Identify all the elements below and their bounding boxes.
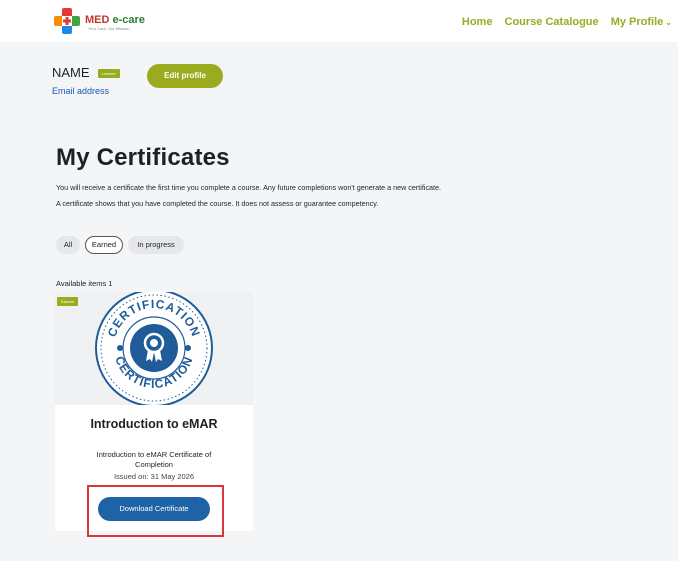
- profile-email: Email address: [52, 86, 110, 96]
- available-items-count: Available items 1: [56, 279, 113, 288]
- nav-home-link[interactable]: Home: [462, 16, 493, 28]
- site-logo[interactable]: MED e-care Your Care. Our Mission: [52, 6, 162, 36]
- earned-badge: Earned: [57, 297, 78, 306]
- filter-in-progress[interactable]: In progress: [128, 236, 184, 254]
- main-nav: Home Course Catalogue My Profile ⌄: [453, 16, 672, 28]
- nav-my-profile-menu[interactable]: My Profile: [611, 16, 664, 28]
- top-navbar: MED e-care Your Care. Our Mission Home C…: [0, 0, 678, 42]
- filter-earned[interactable]: Earned: [85, 236, 123, 254]
- issued-date: Issued on: 31 May 2026: [113, 472, 195, 481]
- course-title: Introduction to eMAR: [90, 417, 218, 431]
- role-badge: Learner: [98, 69, 120, 78]
- page-description-line-2: A certificate shows that you have comple…: [56, 199, 379, 208]
- brand-tagline: Your Care. Our Mission: [88, 26, 130, 31]
- medecare-logo-icon: [54, 8, 80, 34]
- certificate-image: Earned CERTIFICATION CERTIFICATION: [55, 292, 253, 405]
- certification-seal-icon: CERTIFICATION CERTIFICATION: [95, 292, 213, 405]
- download-certificate-button[interactable]: Download Certificate: [98, 497, 210, 521]
- edit-profile-button[interactable]: Edit profile: [147, 64, 223, 88]
- nav-course-catalogue-link[interactable]: Course Catalogue: [505, 16, 599, 28]
- certificate-name: Introduction to eMAR Certificate of Comp…: [96, 450, 212, 469]
- profile-name: NAME: [52, 65, 90, 80]
- page-title: My Certificates: [56, 144, 230, 171]
- filter-all[interactable]: All: [56, 236, 80, 254]
- brand-name: MED e-care: [85, 14, 145, 26]
- chevron-down-icon[interactable]: ⌄: [665, 18, 672, 27]
- page-description-line-1: You will receive a certificate the first…: [56, 183, 442, 192]
